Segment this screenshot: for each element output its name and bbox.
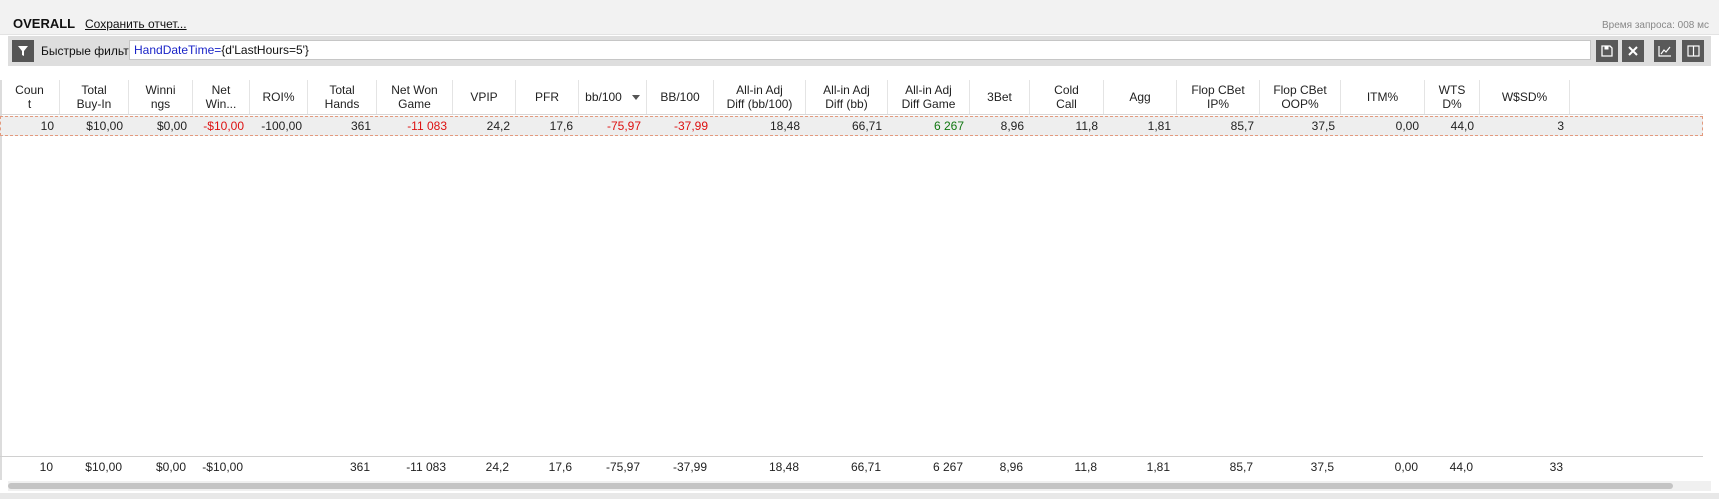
totals-cell: -$10,00	[202, 460, 243, 474]
totals-cell: 361	[349, 460, 370, 474]
column-header[interactable]: Winni ngs	[129, 80, 193, 114]
table-cell: $0,00	[156, 119, 187, 133]
totals-row: 10 $10,00 $0,00 -$10,00 361 -11 083 24,2 17,6 -7…	[0, 456, 1703, 477]
quick-filter-bar: Быстрые фильт HandDateTime={d'LastHours=…	[8, 36, 1711, 66]
filter-expression-input[interactable]: HandDateTime={d'LastHours=5'}	[129, 40, 1591, 60]
column-header[interactable]: All-in Adj Diff Game	[888, 80, 970, 114]
table-cell: -75,97	[606, 119, 641, 133]
table-cell: -100,00	[261, 119, 302, 133]
clear-filter-button[interactable]	[1622, 40, 1644, 62]
totals-cell: $10,00	[85, 460, 122, 474]
floppy-disk-icon	[1601, 45, 1613, 57]
left-edge-divider	[0, 80, 2, 480]
filter-funnel-icon	[18, 46, 28, 56]
table-cell: 3	[1557, 119, 1564, 133]
table-cell: 44,0	[1450, 119, 1474, 133]
totals-cell: 85,7	[1229, 460, 1253, 474]
column-header[interactable]: Total Buy-In	[60, 80, 129, 114]
totals-cell: 17,6	[548, 460, 572, 474]
totals-cell: 33	[1549, 460, 1563, 474]
filter-expr-field: HandDateTime	[134, 43, 215, 57]
totals-cell: -75,97	[605, 460, 640, 474]
totals-cell: 44,0	[1449, 460, 1473, 474]
column-header[interactable]: Net Won Game	[377, 80, 453, 114]
totals-cell: 0,00	[1394, 460, 1418, 474]
close-x-icon	[1628, 46, 1638, 56]
graph-button[interactable]	[1654, 40, 1676, 62]
filter-button[interactable]	[12, 40, 34, 62]
line-graph-icon	[1658, 46, 1671, 57]
table-cell: -$10,00	[203, 119, 244, 133]
column-header[interactable]: Flop CBet OOP%	[1260, 80, 1341, 114]
totals-cell	[250, 457, 308, 477]
save-report-link[interactable]: Сохранить отчет...	[85, 17, 187, 31]
sort-descending-icon	[631, 94, 640, 100]
column-header[interactable]: All-in Adj Diff (bb/100)	[714, 80, 806, 114]
totals-cell: -11 083	[406, 460, 446, 474]
column-header[interactable]: Coun t	[0, 80, 60, 114]
table-cell: 1,81	[1147, 119, 1171, 133]
table-cell: -11 083	[407, 119, 447, 133]
column-header[interactable]: 3Bet	[970, 80, 1030, 114]
table-cell: 6 267	[933, 119, 964, 133]
columns-layout-button[interactable]	[1682, 40, 1704, 62]
column-header[interactable]: Net Win...	[193, 80, 250, 114]
totals-cell: 11,8	[1074, 460, 1097, 474]
column-header[interactable]: ITM%	[1341, 80, 1425, 114]
column-header[interactable]: W$SD%	[1480, 80, 1570, 114]
column-header[interactable]: All-in Adj Diff (bb)	[806, 80, 888, 114]
table-row[interactable]: 10 $10,00 $0,00 -$10,00 -100,00 361 -11 083 24,…	[0, 116, 1703, 136]
table-cell: 17,6	[549, 119, 573, 133]
totals-cell: 10	[39, 460, 53, 474]
scrollbar-thumb[interactable]	[8, 483, 1673, 489]
column-header[interactable]: bb/100	[579, 80, 647, 114]
table-cell: 18,48	[769, 119, 800, 133]
report-header: OVERALL Сохранить отчет... Время запроса…	[0, 0, 1719, 35]
column-header[interactable]: Cold Call	[1030, 80, 1104, 114]
totals-cell: 66,71	[850, 460, 881, 474]
table-cell: 11,8	[1075, 119, 1098, 133]
totals-cell: 37,5	[1310, 460, 1334, 474]
table-cell: 361	[350, 119, 371, 133]
save-filter-button[interactable]	[1596, 40, 1618, 62]
column-header[interactable]: ROI%	[250, 80, 308, 114]
column-header[interactable]: Agg	[1104, 80, 1177, 114]
totals-cell: 1,81	[1146, 460, 1170, 474]
column-header[interactable]: Flop CBet IP%	[1177, 80, 1260, 114]
column-header[interactable]: BB/100	[647, 80, 714, 114]
table-cell: 24,2	[486, 119, 510, 133]
split-columns-icon	[1686, 45, 1700, 57]
table-cell: 8,96	[1000, 119, 1024, 133]
totals-cell: -37,99	[672, 460, 707, 474]
horizontal-scrollbar[interactable]	[8, 481, 1711, 491]
bottom-border	[0, 493, 1719, 499]
table-cell: -37,99	[673, 119, 708, 133]
report-title: OVERALL	[13, 16, 76, 31]
column-header[interactable]: Total Hands	[308, 80, 377, 114]
table-cell: 0,00	[1395, 119, 1419, 133]
totals-cell: 18,48	[768, 460, 799, 474]
quick-filter-label: Быстрые фильт	[41, 44, 129, 58]
column-header[interactable]: WTS D%	[1425, 80, 1480, 114]
table-cell: 85,7	[1230, 119, 1254, 133]
table-header-row: Coun t Total Buy-In Winni ngs Net Win... ROI…	[0, 80, 1703, 115]
query-time-label: Время запроса: 008 мс	[1601, 20, 1709, 31]
column-header[interactable]: PFR	[516, 80, 579, 114]
table-cell: 37,5	[1311, 119, 1335, 133]
totals-cell: 6 267	[932, 460, 963, 474]
table-cell: $10,00	[86, 119, 123, 133]
totals-cell: 24,2	[485, 460, 509, 474]
totals-cell: 8,96	[999, 460, 1023, 474]
table-cell: 66,71	[851, 119, 882, 133]
totals-cell: $0,00	[155, 460, 186, 474]
column-header[interactable]: VPIP	[453, 80, 516, 114]
table-cell: 10	[40, 119, 54, 133]
filter-expr-value: {d'LastHours=5'}	[221, 43, 309, 57]
